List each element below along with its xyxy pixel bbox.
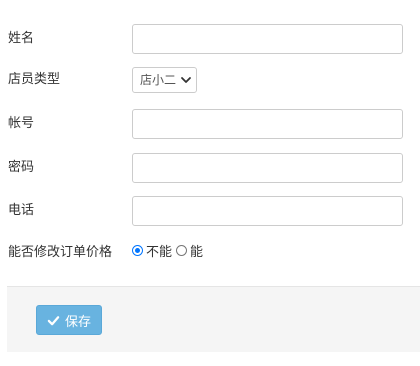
- phone-input[interactable]: [132, 196, 403, 226]
- check-icon: [47, 315, 60, 325]
- form-footer: 保存: [7, 286, 420, 352]
- account-label: 帐号: [8, 116, 35, 131]
- password-input[interactable]: [132, 153, 403, 183]
- account-row: 帐号: [0, 109, 420, 139]
- save-button[interactable]: 保存: [36, 305, 102, 335]
- price-permission-row: 能否修改订单价格 不能 能: [0, 236, 420, 266]
- password-label: 密码: [8, 160, 35, 175]
- name-input[interactable]: [132, 24, 403, 54]
- chevron-down-icon: [181, 77, 191, 83]
- password-row: 密码: [0, 153, 420, 183]
- save-button-label: 保存: [64, 314, 91, 330]
- radio-cannot-indicator[interactable]: [132, 244, 143, 256]
- price-permission-label: 能否修改订单价格: [8, 245, 113, 260]
- radio-cannot-label: 不能: [146, 244, 173, 260]
- phone-row: 电话: [0, 196, 420, 226]
- staff-type-select[interactable]: 店小二: [132, 67, 197, 93]
- name-row: 姓名: [0, 24, 420, 54]
- staff-type-selected-value: 店小二: [140, 73, 177, 87]
- radio-can-label: 能: [190, 244, 204, 260]
- price-permission-radio-group: 不能 能: [132, 235, 207, 265]
- staff-type-label: 店员类型: [8, 72, 61, 87]
- radio-can-indicator[interactable]: [176, 244, 188, 256]
- name-label: 姓名: [8, 31, 35, 46]
- phone-label: 电话: [8, 203, 35, 218]
- staff-type-row: 店员类型 店小二: [0, 65, 420, 95]
- radio-can[interactable]: 能: [176, 241, 203, 260]
- account-input[interactable]: [132, 109, 403, 139]
- radio-cannot[interactable]: 不能: [132, 241, 172, 260]
